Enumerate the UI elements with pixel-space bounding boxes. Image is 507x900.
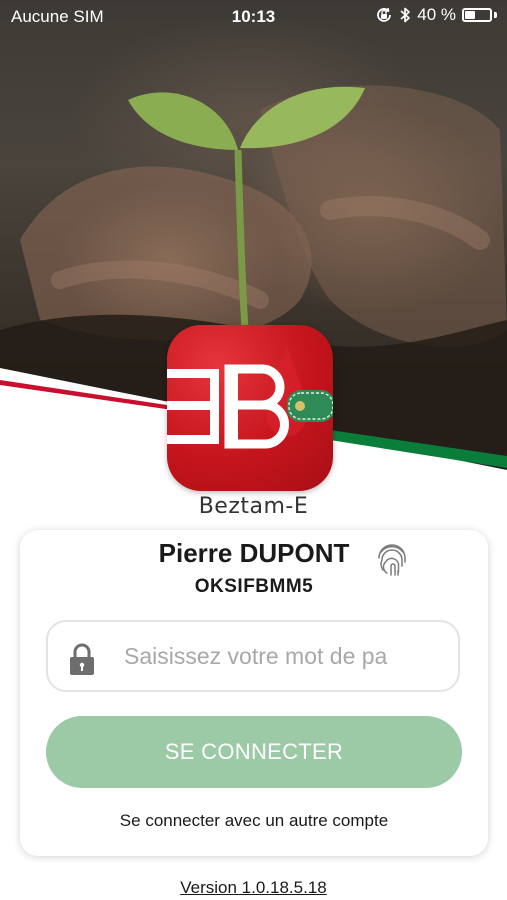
user-name: Pierre DUPONT	[158, 538, 350, 568]
password-input[interactable]	[124, 622, 454, 690]
password-field[interactable]	[46, 620, 460, 692]
brand-name: Beztam-E	[198, 494, 309, 519]
battery-level	[465, 11, 476, 19]
logo-eb-mark	[167, 345, 333, 449]
battery-icon	[462, 8, 492, 22]
connect-button[interactable]: SE CONNECTER	[46, 716, 462, 788]
user-id: OKSIFBMM5	[194, 576, 314, 597]
status-bar: Aucune SIM 10:13 40 %	[0, 0, 507, 34]
login-card: Pierre DUPONT OKSIFBMM5 SE CONNECTER Se …	[20, 530, 488, 856]
bluetooth-icon	[400, 7, 411, 23]
fingerprint-icon[interactable]	[375, 542, 409, 578]
orientation-lock-icon	[377, 7, 392, 22]
app-logo	[167, 325, 333, 491]
battery-tip	[494, 12, 497, 18]
version-link[interactable]: Version 1.0.18.5.18	[0, 878, 507, 898]
status-icons: 40 %	[375, 5, 497, 25]
lock-icon	[70, 643, 94, 675]
other-account-link[interactable]: Se connecter avec un autre compte	[20, 811, 488, 831]
battery-percentage: 40 %	[417, 5, 456, 24]
